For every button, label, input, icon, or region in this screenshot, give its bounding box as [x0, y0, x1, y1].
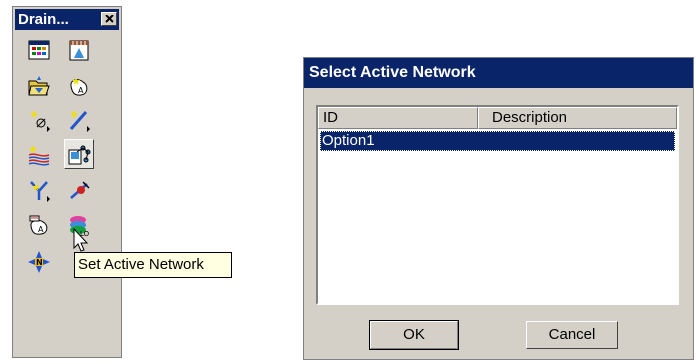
svg-text:A: A	[78, 86, 84, 95]
tool-node-star[interactable]	[24, 105, 54, 135]
dialog-title-bar[interactable]: Select Active Network	[304, 58, 693, 88]
area-pin-icon: A	[70, 77, 88, 96]
ok-button-label: OK	[403, 326, 425, 343]
grid-table-icon	[28, 40, 50, 60]
network-list[interactable]: ID Description Option1	[316, 105, 679, 305]
tool-connector[interactable]	[64, 175, 94, 205]
tool-open-folder[interactable]	[24, 71, 54, 101]
column-header-id-label: ID	[323, 109, 338, 126]
column-header-description-label: Description	[492, 109, 568, 126]
flow-lines-icon	[28, 145, 50, 166]
branch-arrows-icon	[30, 181, 50, 202]
area-edit-icon: A	[29, 215, 48, 235]
tool-set-active-network[interactable]	[64, 139, 94, 169]
drainage-toolbar: Drain... A A LO N	[12, 6, 122, 358]
select-active-network-dialog: Select Active Network ID Description Opt…	[303, 57, 694, 360]
tooltip-text: Set Active Network	[78, 256, 204, 273]
column-header-id[interactable]: ID	[318, 107, 478, 129]
tool-grid-table[interactable]	[24, 35, 54, 65]
connector-icon	[70, 181, 90, 199]
toolbar-title: Drain...	[18, 11, 69, 28]
svg-text:A: A	[38, 225, 44, 234]
tool-flow-lines[interactable]	[24, 140, 54, 170]
tool-draw-line[interactable]	[64, 105, 94, 135]
open-folder-icon	[28, 76, 50, 96]
tool-film-frame[interactable]	[64, 35, 94, 65]
cancel-button-label: Cancel	[548, 326, 596, 343]
tooltip: Set Active Network	[74, 252, 232, 278]
close-icon	[105, 15, 114, 23]
tool-north-arrow[interactable]: N	[24, 247, 54, 277]
list-header: ID Description	[318, 107, 677, 129]
set-active-network-icon	[68, 145, 91, 165]
north-arrow-icon: N	[28, 251, 50, 273]
tool-area-pin[interactable]: A	[64, 71, 94, 101]
list-item[interactable]: Option1	[320, 131, 675, 151]
ok-button[interactable]: OK	[369, 320, 459, 350]
ok-button-face: OK	[370, 321, 458, 349]
close-button[interactable]	[101, 12, 117, 26]
node-star-icon	[30, 110, 50, 132]
cancel-button[interactable]: Cancel	[525, 320, 619, 350]
svg-text:N: N	[36, 258, 43, 267]
mouse-cursor-icon	[73, 228, 89, 252]
draw-line-icon	[69, 110, 90, 132]
toolbar-title-bar[interactable]: Drain...	[15, 9, 119, 30]
cancel-button-face: Cancel	[526, 321, 618, 349]
focus-rect	[320, 131, 675, 151]
tool-branch-arrows[interactable]	[24, 175, 54, 205]
tool-area-edit[interactable]: A	[24, 210, 54, 240]
dialog-title: Select Active Network	[309, 64, 476, 81]
film-frame-icon	[69, 40, 89, 61]
column-header-description[interactable]: Description	[478, 107, 677, 129]
